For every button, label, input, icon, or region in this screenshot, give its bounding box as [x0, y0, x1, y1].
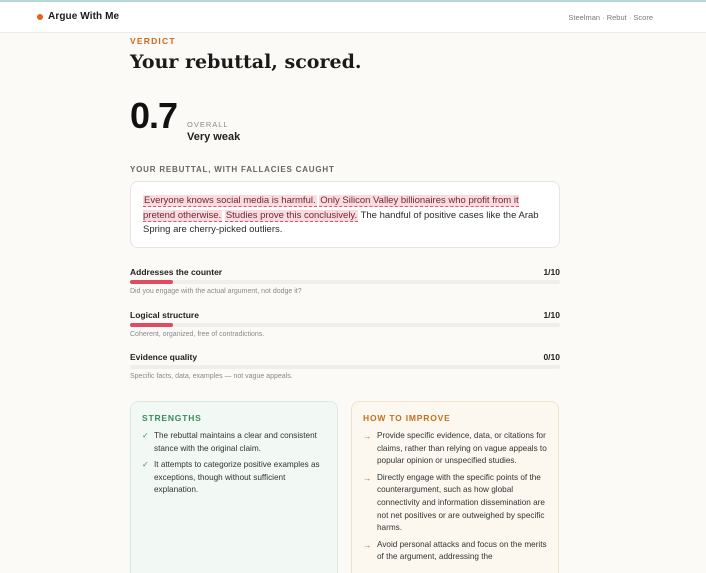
list-item: → Avoid personal attacks and focus on th…	[363, 539, 547, 564]
metric-track	[130, 280, 560, 284]
list-item: ✓ The rebuttal maintains a clear and con…	[142, 430, 326, 455]
metric-track	[130, 365, 560, 369]
list-item: → Directly engage with the specific poin…	[363, 472, 547, 535]
improve-text: Directly engage with the specific points…	[377, 472, 545, 533]
strength-text: It attempts to categorize positive examp…	[154, 460, 320, 495]
rebuttal-text-box: Everyone knows social media is harmful. …	[130, 181, 560, 248]
check-icon: ✓	[142, 431, 149, 440]
arrow-right-icon: →	[363, 431, 372, 441]
strengths-title: STRENGTHS	[142, 413, 202, 423]
app-header: Argue With Me Steelman · Rebut · Score	[0, 2, 706, 33]
strengths-card: STRENGTHS ✓ The rebuttal maintains a cle…	[130, 401, 338, 573]
overall-rating: Very weak	[187, 131, 241, 143]
metric-name: Addresses the counter	[130, 267, 223, 277]
arrow-right-icon: →	[363, 539, 372, 550]
metric-description: Did you engage with the actual argument,…	[130, 288, 302, 295]
fallacy-highlight[interactable]: Studies prove this conclusively.	[224, 209, 359, 222]
improve-text: Provide specific evidence, data, or cita…	[377, 431, 547, 466]
improve-card: HOW TO IMPROVE → Provide specific eviden…	[351, 401, 559, 573]
list-item: → Provide specific evidence, data, or ci…	[363, 430, 547, 468]
metric-fill	[130, 323, 173, 327]
improve-text: Avoid personal attacks and focus on the …	[377, 539, 547, 562]
metric-track	[130, 323, 560, 327]
list-item: ✓ It attempts to categorize positive exa…	[142, 459, 326, 497]
strength-text: The rebuttal maintains a clear and consi…	[154, 431, 317, 453]
arrow-right-icon: →	[363, 472, 372, 483]
metric-score: 1/10	[543, 310, 560, 320]
overall-label: OVERALL	[187, 120, 229, 129]
metric-fill	[130, 280, 173, 284]
fallacy-highlight[interactable]: Everyone knows social media is harmful.	[143, 195, 317, 207]
improve-title: HOW TO IMPROVE	[363, 413, 451, 423]
verdict-eyebrow: VERDICT	[130, 36, 176, 46]
metric-name: Logical structure	[130, 310, 199, 320]
page-title: Your rebuttal, scored.	[130, 51, 362, 73]
header-nav-steps: Steelman · Rebut · Score	[568, 13, 653, 22]
overall-score: 0.7	[130, 95, 178, 136]
brand-dot-icon	[37, 13, 43, 20]
strengths-list: ✓ The rebuttal maintains a clear and con…	[142, 430, 326, 497]
metric-score: 1/10	[543, 267, 560, 277]
rebuttal-section-label: YOUR REBUTTAL, WITH FALLACIES CAUGHT	[130, 165, 335, 174]
metric-description: Specific facts, data, examples — not vag…	[130, 373, 293, 380]
brand-name: Argue With Me	[48, 11, 120, 22]
metric-score: 0/10	[543, 352, 560, 362]
metric-description: Coherent, organized, free of contradicti…	[130, 331, 265, 338]
improve-list: → Provide specific evidence, data, or ci…	[363, 430, 547, 564]
brand-link[interactable]: Argue With Me	[37, 11, 119, 22]
check-icon: ✓	[142, 460, 149, 470]
metric-name: Evidence quality	[130, 352, 198, 362]
